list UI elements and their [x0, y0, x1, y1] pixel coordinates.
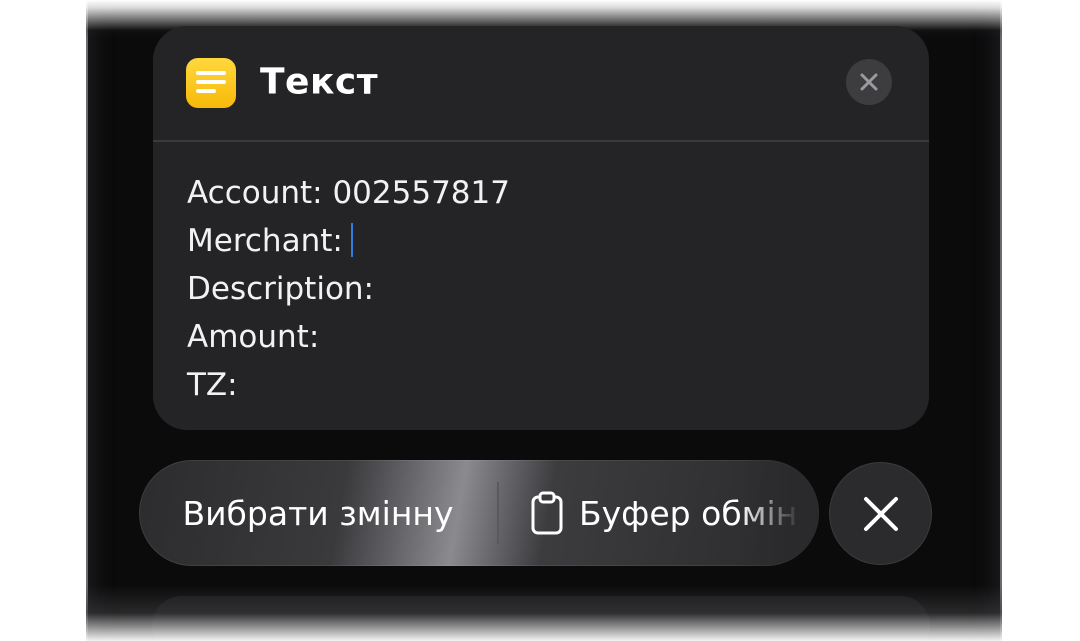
- variable-toolbar: Вибрати змінну Буфер обмін: [139, 460, 819, 566]
- card-close-button[interactable]: [846, 59, 892, 105]
- text-line-tz: TZ:: [187, 367, 238, 403]
- toolbar-separator: [497, 482, 499, 544]
- screen: Текст Account: 002557817 Merchant: Descr…: [0, 0, 1080, 641]
- notes-icon: [186, 58, 236, 108]
- text-caret: [350, 222, 353, 257]
- toolbar-close-button[interactable]: [829, 462, 932, 565]
- text-line-merchant: Merchant:: [187, 217, 887, 265]
- select-variable-button[interactable]: Вибрати змінну: [139, 460, 497, 566]
- card-title: Текст: [260, 61, 379, 103]
- text-field[interactable]: Account: 002557817 Merchant: Description…: [187, 169, 887, 409]
- card-header: Текст: [153, 26, 929, 141]
- text-line-account: Account: 002557817: [187, 175, 510, 211]
- merchant-label: Merchant:: [187, 223, 343, 259]
- header-divider: [153, 140, 929, 142]
- clipboard-icon: [531, 491, 563, 535]
- close-icon: [863, 496, 898, 531]
- close-icon: [860, 73, 878, 91]
- text-line-amount: Amount:: [187, 319, 320, 355]
- text-line-description: Description:: [187, 271, 374, 307]
- toolbar-overflow-fade: [739, 460, 819, 566]
- text-action-card: Текст Account: 002557817 Merchant: Descr…: [153, 26, 929, 430]
- bottom-fade: [86, 585, 1002, 641]
